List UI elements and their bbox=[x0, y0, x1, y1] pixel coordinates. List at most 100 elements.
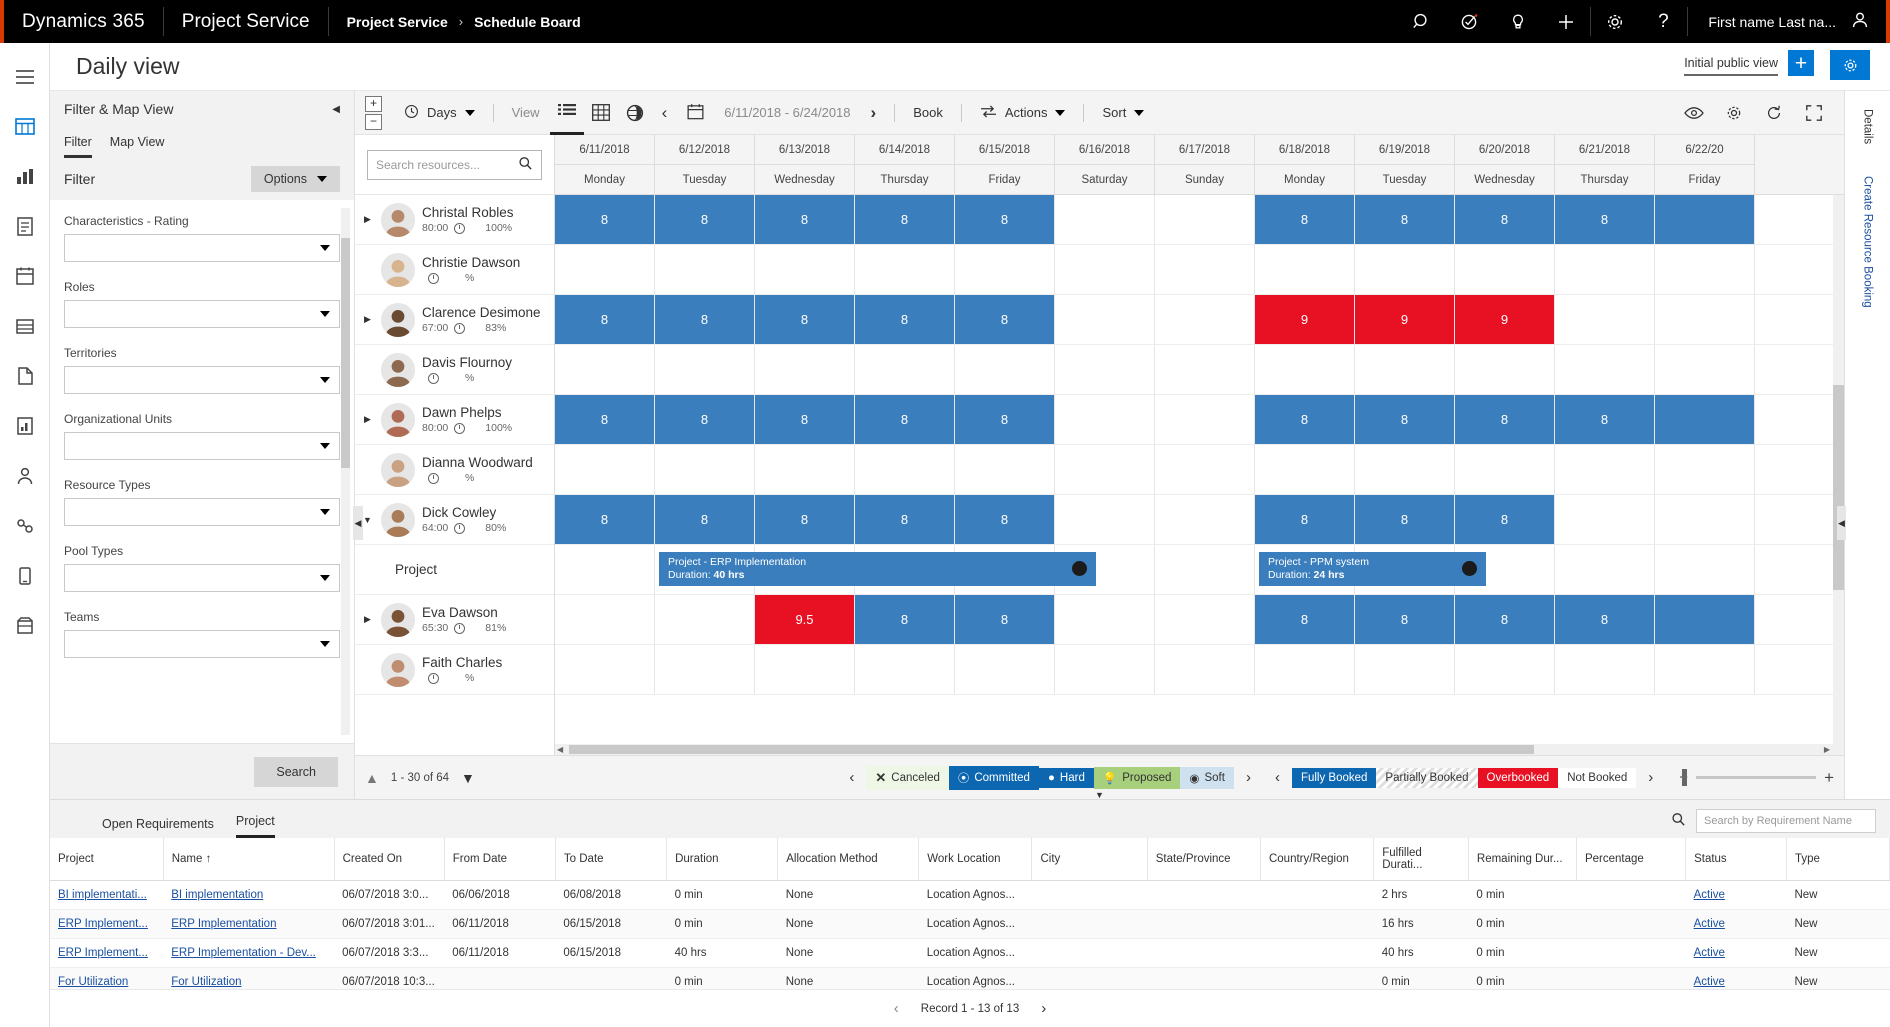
schedule-cell[interactable] bbox=[555, 345, 655, 394]
schedule-cell[interactable] bbox=[555, 645, 655, 694]
schedule-cell[interactable]: 8 bbox=[1455, 395, 1555, 444]
cell-project[interactable]: BI implementati... bbox=[50, 880, 164, 910]
schedule-cell[interactable] bbox=[1055, 495, 1155, 544]
column-header[interactable]: State/Province bbox=[1147, 838, 1261, 881]
current-view-label[interactable]: Initial public view bbox=[1684, 56, 1778, 76]
cell-name[interactable]: ERP Implementation - Dev... bbox=[163, 938, 335, 968]
board-collapse-handle[interactable]: ▼ bbox=[1095, 790, 1104, 800]
sidebar-item-schedule-board[interactable] bbox=[0, 101, 50, 151]
chevron-left-icon[interactable]: ◀ bbox=[332, 104, 340, 115]
schedule-cell[interactable]: 8 bbox=[555, 495, 655, 544]
schedule-cell[interactable]: 8 bbox=[955, 595, 1055, 644]
link-project[interactable]: BI implementati... bbox=[58, 889, 147, 901]
scrollbar-thumb[interactable] bbox=[569, 745, 1534, 754]
scrollbar-thumb[interactable] bbox=[1833, 385, 1844, 590]
link-project[interactable]: ERP Implement... bbox=[58, 918, 148, 930]
characteristics-rating-select[interactable] bbox=[64, 234, 340, 262]
schedule-cell[interactable]: 8 bbox=[955, 495, 1055, 544]
search-icon[interactable] bbox=[518, 156, 533, 174]
slider-thumb[interactable] bbox=[1682, 769, 1688, 786]
filter-panel-collapse-handle[interactable]: ◀ bbox=[353, 506, 363, 540]
schedule-cell[interactable] bbox=[855, 245, 955, 294]
column-header[interactable]: To Date bbox=[555, 838, 668, 881]
zoom-slider[interactable]: − + bbox=[1679, 768, 1834, 788]
schedule-cell[interactable] bbox=[655, 445, 755, 494]
date-header-cell[interactable]: 6/14/2018 Thursday bbox=[855, 135, 955, 194]
schedule-row[interactable] bbox=[555, 645, 1844, 695]
cell-name[interactable]: ERP Implementation bbox=[163, 909, 335, 939]
date-header-cell[interactable]: 6/22/20 Friday bbox=[1655, 135, 1755, 194]
legend-next-button[interactable]: › bbox=[1234, 769, 1263, 786]
board-settings-button[interactable] bbox=[1830, 50, 1870, 80]
pool-types-select[interactable] bbox=[64, 564, 340, 592]
brand-label[interactable]: Dynamics 365 bbox=[4, 0, 163, 43]
resource-row[interactable]: ▶ Clarence Desimone 67:00 83% bbox=[355, 295, 554, 345]
schedule-row[interactable] bbox=[555, 445, 1844, 495]
schedule-cell[interactable] bbox=[1255, 445, 1355, 494]
column-header[interactable]: Created On bbox=[334, 838, 445, 881]
schedule-cell[interactable] bbox=[1655, 295, 1755, 344]
legend-canceled[interactable]: ✕ Canceled bbox=[866, 765, 949, 790]
column-header[interactable]: Percentage bbox=[1576, 838, 1687, 881]
schedule-cell[interactable] bbox=[1155, 245, 1255, 294]
zoom-in-button[interactable]: + bbox=[365, 95, 382, 112]
schedule-cell[interactable] bbox=[1155, 545, 1255, 594]
add-view-button[interactable]: + bbox=[1788, 50, 1814, 76]
schedule-cell[interactable]: 8 bbox=[555, 195, 655, 244]
resource-row[interactable]: Faith Charles% bbox=[355, 645, 554, 695]
schedule-cell[interactable]: 8 bbox=[955, 295, 1055, 344]
calendar-picker-button[interactable] bbox=[677, 91, 714, 135]
column-header[interactable]: Allocation Method bbox=[777, 838, 920, 881]
schedule-cell[interactable]: 8 bbox=[555, 395, 655, 444]
schedule-cell[interactable] bbox=[755, 345, 855, 394]
schedule-cell[interactable]: 8 bbox=[755, 395, 855, 444]
schedule-cell[interactable] bbox=[955, 445, 1055, 494]
breadcrumb-item-schedule-board[interactable]: Schedule Board bbox=[474, 14, 581, 30]
search-icon[interactable] bbox=[1398, 0, 1446, 43]
schedule-cell[interactable]: 8 bbox=[655, 195, 755, 244]
legend-proposed[interactable]: 💡 Proposed bbox=[1093, 766, 1181, 789]
legend-soft[interactable]: ◉ Soft bbox=[1180, 766, 1234, 789]
table-row[interactable]: For Utilization For Utilization 06/07/2018… bbox=[50, 967, 1890, 989]
date-header-cell[interactable]: 6/11/2018 Monday bbox=[555, 135, 655, 194]
schedule-cell[interactable] bbox=[1155, 595, 1255, 644]
schedule-cell[interactable] bbox=[655, 345, 755, 394]
teams-select[interactable] bbox=[64, 630, 340, 658]
date-header-cell[interactable]: 6/20/2018 Wednesday bbox=[1455, 135, 1555, 194]
capacity-next-button[interactable]: › bbox=[1636, 769, 1665, 786]
resource-row[interactable]: ▶ Christal Robles 80:00 100% bbox=[355, 195, 554, 245]
grid-view-icon[interactable] bbox=[584, 91, 618, 135]
schedule-cell[interactable]: 8 bbox=[1555, 195, 1655, 244]
schedule-cell[interactable] bbox=[1255, 345, 1355, 394]
sidebar-item-reports[interactable] bbox=[0, 401, 50, 451]
add-icon[interactable] bbox=[1542, 0, 1590, 43]
sidebar-item-projects[interactable] bbox=[0, 301, 50, 351]
schedule-cell[interactable] bbox=[1155, 345, 1255, 394]
schedule-row[interactable]: 888888888 bbox=[555, 395, 1844, 445]
resource-sub-row[interactable]: Project bbox=[355, 545, 554, 595]
schedule-cell[interactable] bbox=[555, 245, 655, 294]
schedule-row[interactable]: 888888888 bbox=[555, 195, 1844, 245]
sidebar-item-connections[interactable] bbox=[0, 501, 50, 551]
cell-status[interactable]: Active bbox=[1685, 880, 1787, 910]
user-menu[interactable]: First name Last na... bbox=[1688, 0, 1886, 43]
date-header-cell[interactable]: 6/13/2018 Wednesday bbox=[755, 135, 855, 194]
schedule-cell[interactable]: 8 bbox=[755, 195, 855, 244]
schedule-cell[interactable] bbox=[1655, 595, 1755, 644]
schedule-cell[interactable]: 8 bbox=[755, 295, 855, 344]
resource-row[interactable]: ▼ Dick Cowley 64:00 80% bbox=[355, 495, 554, 545]
date-header-cell[interactable]: 6/16/2018 Saturday bbox=[1055, 135, 1155, 194]
table-row[interactable]: BI implementati... BI implementation 06/07… bbox=[50, 880, 1890, 910]
schedule-cell[interactable] bbox=[1155, 495, 1255, 544]
schedule-row[interactable] bbox=[555, 345, 1844, 395]
schedule-cell[interactable] bbox=[1055, 195, 1155, 244]
schedule-cell[interactable] bbox=[1155, 195, 1255, 244]
column-header[interactable]: Country/Region bbox=[1260, 838, 1375, 881]
schedule-cell[interactable] bbox=[1255, 245, 1355, 294]
filter-scrollbar[interactable] bbox=[341, 208, 350, 735]
schedule-cell[interactable] bbox=[1455, 345, 1555, 394]
prev-period-button[interactable]: ‹ bbox=[652, 91, 678, 135]
cell-name[interactable]: BI implementation bbox=[163, 880, 335, 910]
sidebar-item-activities[interactable] bbox=[0, 201, 50, 251]
table-row[interactable]: ERP Implement... ERP Implementation - Dev… bbox=[50, 938, 1890, 968]
